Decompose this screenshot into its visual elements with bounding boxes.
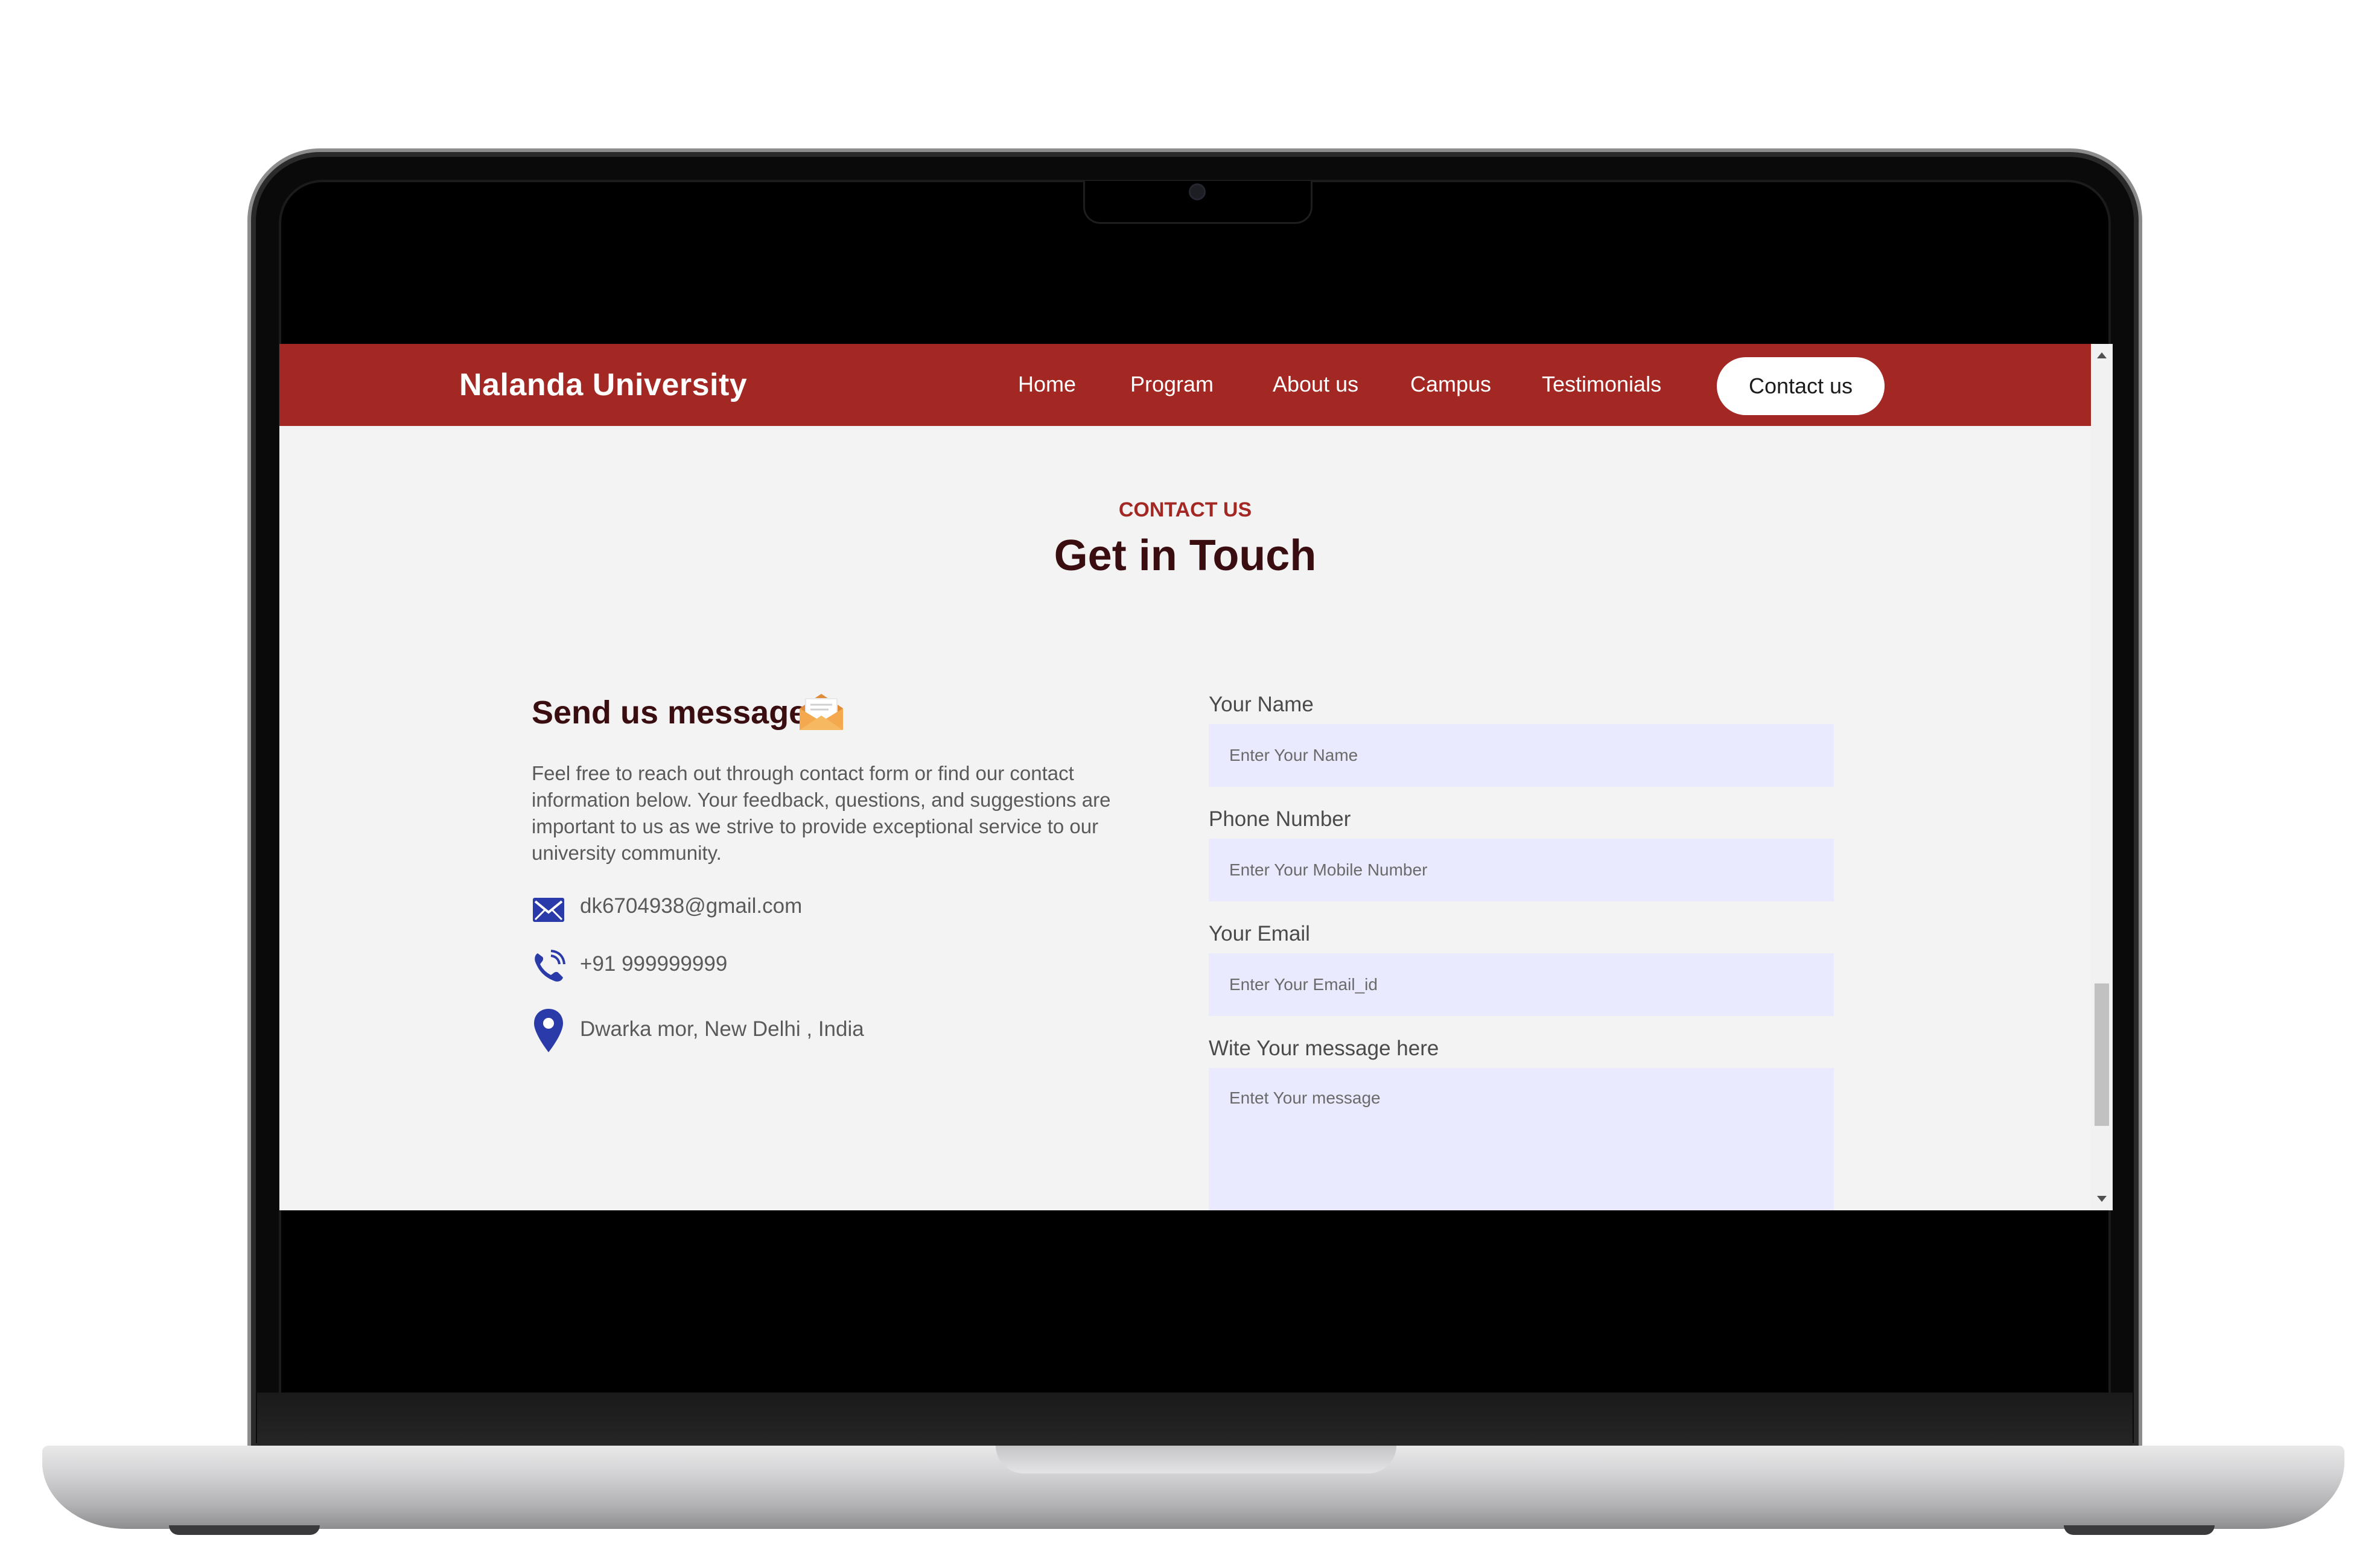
camera-icon	[1189, 183, 1206, 200]
message-label: Wite Your message here	[1209, 1037, 1439, 1060]
contact-phone[interactable]: +91 999999999	[580, 952, 727, 976]
phone-icon	[535, 950, 565, 982]
nav-home[interactable]: Home	[1018, 372, 1076, 397]
phone-label: Phone Number	[1209, 807, 1351, 831]
nav-testimonials[interactable]: Testimonials	[1542, 372, 1661, 397]
nav-contact-button[interactable]: Contact us	[1717, 357, 1885, 415]
contact-email[interactable]: dk6704938@gmail.com	[580, 894, 802, 918]
section-eyebrow: CONTACT US	[1118, 498, 1252, 521]
laptop-foot-right	[2064, 1525, 2215, 1535]
scroll-up-arrow-icon[interactable]	[2097, 352, 2107, 358]
scroll-down-arrow-icon[interactable]	[2097, 1196, 2107, 1202]
trackpad-notch	[996, 1446, 1396, 1473]
contact-address: Dwarka mor, New Delhi , India	[580, 1017, 864, 1041]
nav-program[interactable]: Program	[1130, 372, 1214, 397]
scrollbar[interactable]	[2091, 344, 2113, 1210]
location-pin-icon	[534, 1009, 563, 1052]
scroll-thumb[interactable]	[2095, 983, 2109, 1126]
page-title: Get in Touch	[1054, 532, 1317, 580]
site-brand[interactable]: Nalanda University	[459, 367, 747, 403]
message-description: Feel free to reach out through contact f…	[532, 762, 1111, 864]
navbar: Nalanda University Home Program About us…	[279, 344, 2091, 426]
envelope-open-icon	[800, 694, 843, 730]
name-label: Your Name	[1209, 693, 1314, 716]
message-heading: Send us message	[532, 694, 807, 731]
nav-campus[interactable]: Campus	[1410, 372, 1491, 397]
message-textarea[interactable]	[1209, 1068, 1834, 1210]
mail-icon	[533, 898, 564, 922]
email-label: Your Email	[1209, 922, 1310, 945]
laptop-foot-left	[169, 1525, 320, 1535]
email-input[interactable]	[1209, 953, 1834, 1016]
name-input[interactable]	[1209, 724, 1834, 787]
browser-viewport: Nalanda University Home Program About us…	[279, 344, 2113, 1210]
lid-hinge	[257, 1393, 2133, 1447]
nav-about[interactable]: About us	[1273, 372, 1358, 397]
phone-input[interactable]	[1209, 839, 1834, 901]
